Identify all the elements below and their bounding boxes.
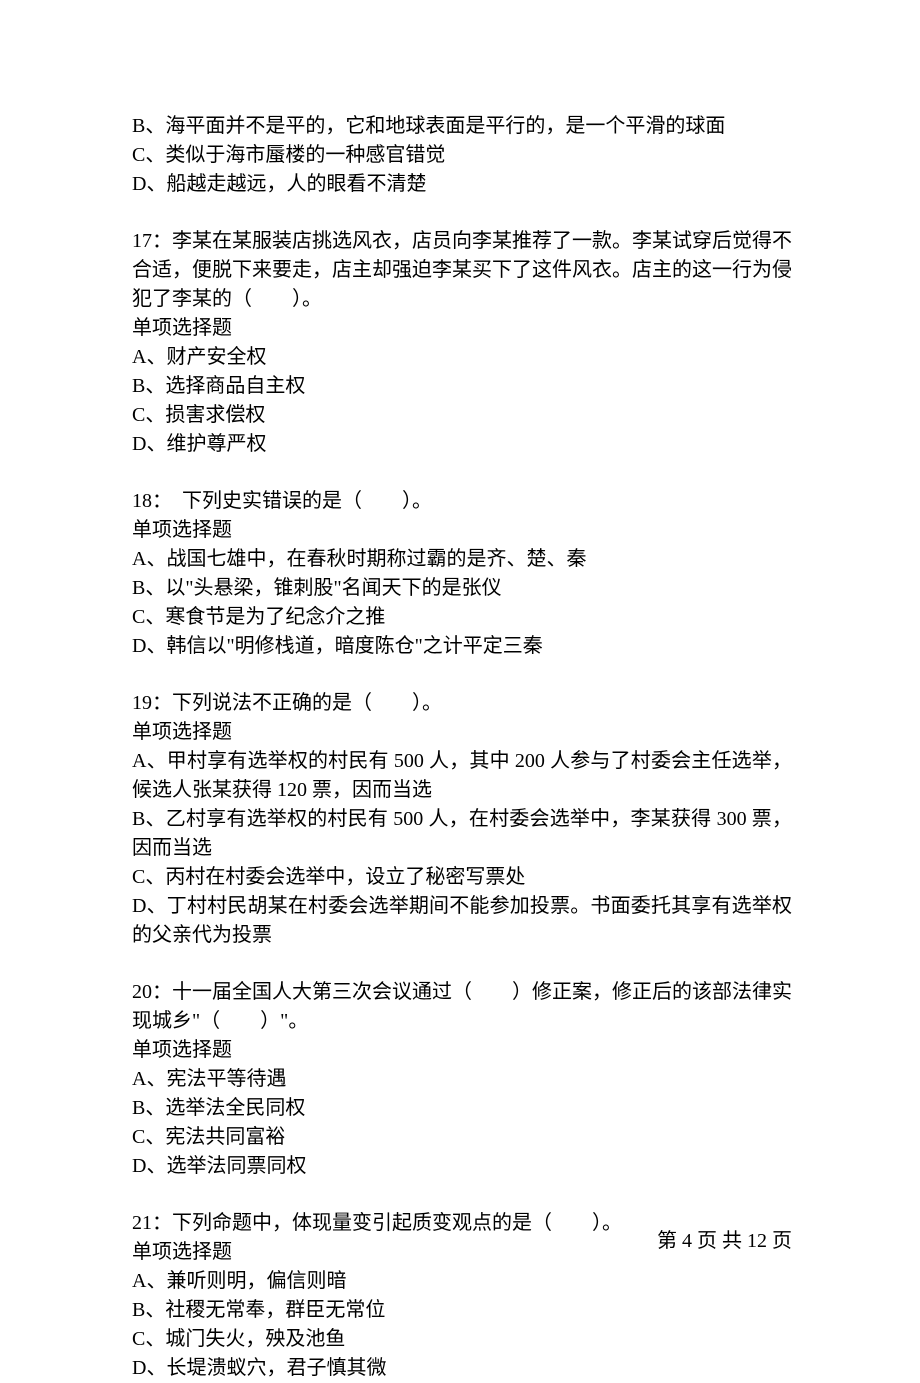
option-text: B、以"头悬梁，锥刺股"名闻天下的是张仪: [132, 574, 792, 603]
option-text: A、财产安全权: [132, 343, 792, 372]
option-text: B、选择商品自主权: [132, 372, 792, 401]
option-text: B、选举法全民同权: [132, 1094, 792, 1123]
option-text: A、战国七雄中，在春秋时期称过霸的是齐、楚、秦: [132, 545, 792, 574]
option-text: B、社稷无常奉，群臣无常位: [132, 1296, 792, 1325]
option-text: D、选举法同票同权: [132, 1152, 792, 1181]
question-19: 19：下列说法不正确的是（ ）。 单项选择题 A、甲村享有选举权的村民有 500…: [132, 689, 792, 950]
question-type: 单项选择题: [132, 314, 792, 343]
option-text: D、韩信以"明修栈道，暗度陈仓"之计平定三秦: [132, 632, 792, 661]
option-text: D、丁村村民胡某在村委会选举期间不能参加投票。书面委托其享有选举权的父亲代为投票: [132, 892, 792, 950]
option-text: A、兼听则明，偏信则暗: [132, 1267, 792, 1296]
option-text: D、维护尊严权: [132, 430, 792, 459]
page-number: 第 4 页 共 12 页: [657, 1230, 792, 1252]
question-type: 单项选择题: [132, 718, 792, 747]
option-text: D、长堤溃蚁穴，君子慎其微: [132, 1354, 792, 1383]
page-content: B、海平面并不是平的，它和地球表面是平行的，是一个平滑的球面 C、类似于海市蜃楼…: [0, 0, 920, 1383]
option-text: D、船越走越远，人的眼看不清楚: [132, 170, 792, 199]
question-stem: 20：十一届全国人大第三次会议通过（ ）修正案，修正后的该部法律实现城乡"（ ）…: [132, 978, 792, 1036]
option-text: C、寒食节是为了纪念介之推: [132, 603, 792, 632]
question-18: 18： 下列史实错误的是（ ）。 单项选择题 A、战国七雄中，在春秋时期称过霸的…: [132, 487, 792, 661]
question-type: 单项选择题: [132, 516, 792, 545]
option-text: B、海平面并不是平的，它和地球表面是平行的，是一个平滑的球面: [132, 112, 792, 141]
option-text: C、宪法共同富裕: [132, 1123, 792, 1152]
option-text: A、甲村享有选举权的村民有 500 人，其中 200 人参与了村委会主任选举，候…: [132, 747, 792, 805]
option-text: C、类似于海市蜃楼的一种感官错觉: [132, 141, 792, 170]
option-text: B、乙村享有选举权的村民有 500 人，在村委会选举中，李某获得 300 票，因…: [132, 805, 792, 863]
question-stem: 18： 下列史实错误的是（ ）。: [132, 487, 792, 516]
page-footer: 第 4 页 共 12 页: [657, 1227, 792, 1256]
question-17: 17：李某在某服装店挑选风衣，店员向李某推荐了一款。李某试穿后觉得不合适，便脱下…: [132, 227, 792, 459]
option-text: A、宪法平等待遇: [132, 1065, 792, 1094]
question-20: 20：十一届全国人大第三次会议通过（ ）修正案，修正后的该部法律实现城乡"（ ）…: [132, 978, 792, 1181]
question-stem: 17：李某在某服装店挑选风衣，店员向李某推荐了一款。李某试穿后觉得不合适，便脱下…: [132, 227, 792, 314]
question-stem: 19：下列说法不正确的是（ ）。: [132, 689, 792, 718]
option-text: C、丙村在村委会选举中，设立了秘密写票处: [132, 863, 792, 892]
question-type: 单项选择题: [132, 1036, 792, 1065]
partial-options-top: B、海平面并不是平的，它和地球表面是平行的，是一个平滑的球面 C、类似于海市蜃楼…: [132, 112, 792, 199]
option-text: C、城门失火，殃及池鱼: [132, 1325, 792, 1354]
option-text: C、损害求偿权: [132, 401, 792, 430]
